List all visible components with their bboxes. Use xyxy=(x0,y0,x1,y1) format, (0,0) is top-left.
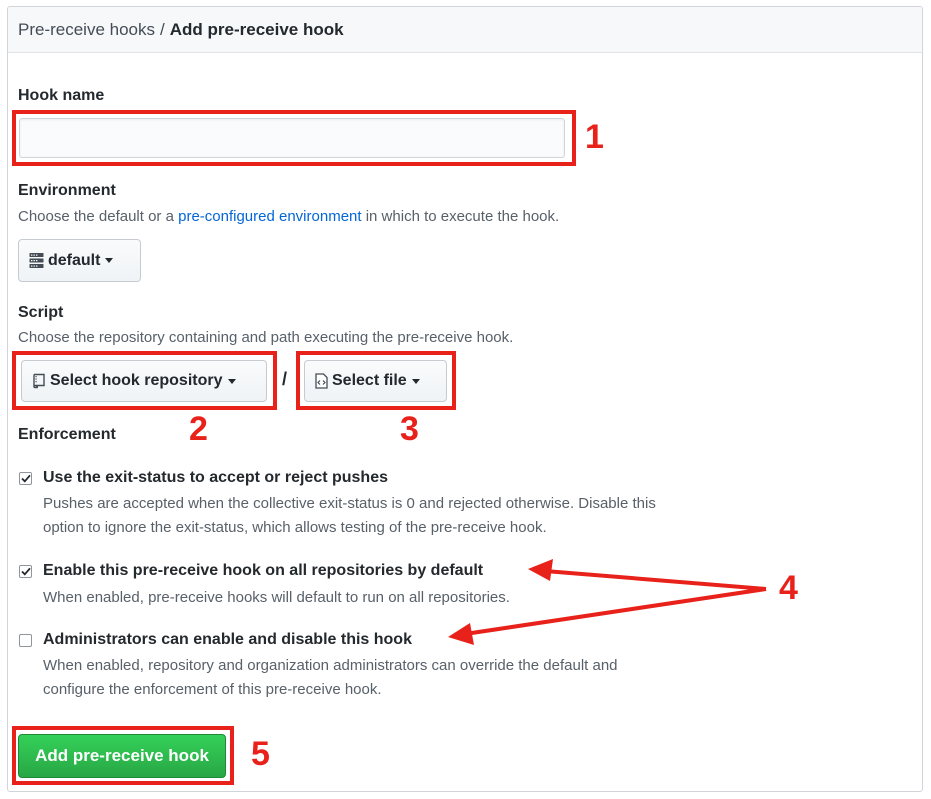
annotation-arrow-line-lower xyxy=(464,587,767,636)
annotation-arrowhead-upper xyxy=(528,559,553,581)
annotation-arrowhead-lower xyxy=(448,623,474,645)
annotation-arrows xyxy=(448,559,767,645)
annotation-arrow-line-upper xyxy=(544,569,767,591)
